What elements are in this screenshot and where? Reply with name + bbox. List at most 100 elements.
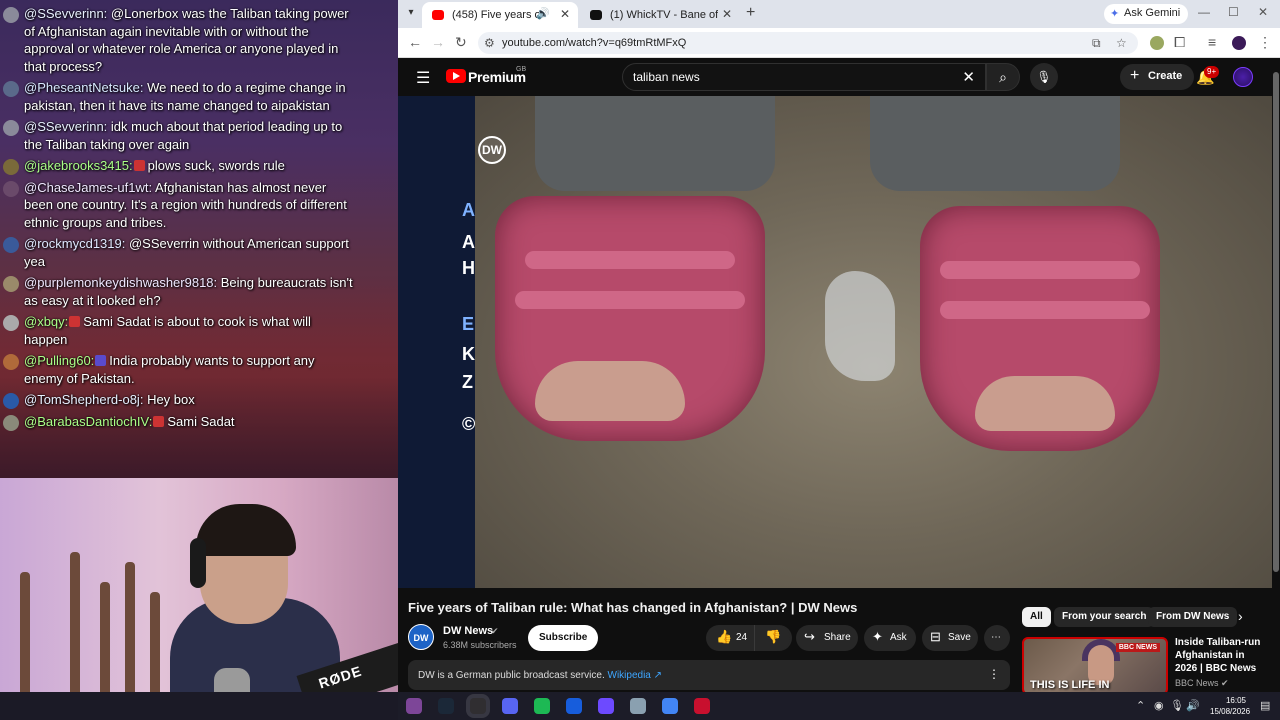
channel-name[interactable]: DW News xyxy=(443,625,493,637)
search-icon: ⌕ xyxy=(999,69,1007,85)
scrollbar-thumb[interactable] xyxy=(1273,72,1279,572)
webcam-feed: RØDE xyxy=(0,478,398,692)
account-avatar[interactable] xyxy=(1233,67,1253,87)
volume-icon[interactable]: 🔊 xyxy=(1186,699,1200,712)
microphone xyxy=(214,668,250,692)
ask-gemini-button[interactable]: ✦ Ask Gemini xyxy=(1104,4,1189,24)
notifications-icon[interactable]: ▤ xyxy=(1260,699,1270,712)
chat-message: @SSevverinn: @Lonerbox was the Taliban t… xyxy=(0,4,398,78)
close-window-icon[interactable]: ✕ xyxy=(1258,5,1268,19)
browser-menu-icon[interactable]: ⋮ xyxy=(1258,34,1272,51)
maximize-icon[interactable]: ☐ xyxy=(1228,5,1239,19)
pant-leg xyxy=(535,96,775,191)
extension-icon[interactable] xyxy=(1150,36,1164,50)
info-menu-icon[interactable]: ⋮ xyxy=(988,667,1000,681)
new-tab-icon[interactable]: + xyxy=(746,4,755,22)
plus-icon: + xyxy=(1130,67,1140,84)
tray-app-icon[interactable]: ◉ xyxy=(1154,699,1164,712)
ask-button[interactable]: ✦ Ask xyxy=(864,625,916,651)
chat-avatar xyxy=(3,354,19,370)
chat-username: @xbqy: xyxy=(24,314,69,329)
tab-search-list-icon[interactable]: ≡ xyxy=(1208,34,1216,50)
spotify-icon[interactable] xyxy=(534,698,550,714)
speaker-icon[interactable]: 🔊 xyxy=(536,7,550,20)
chat-avatar xyxy=(3,276,19,292)
close-tab-icon[interactable]: ✕ xyxy=(560,7,570,21)
chat-avatar xyxy=(3,7,19,23)
search-input[interactable]: taliban news ✕ xyxy=(622,63,986,91)
profile-avatar[interactable] xyxy=(1232,36,1246,50)
tab-whicktv[interactable]: (1) WhickTV - Bane of Christian ✕ xyxy=(580,2,740,28)
more-actions-button[interactable]: ⋯ xyxy=(984,625,1010,651)
video-title: Five years of Taliban rule: What has cha… xyxy=(408,600,858,615)
chip-from-dw-news[interactable]: From DW News xyxy=(1148,607,1238,627)
bookmark-star-icon[interactable]: ☆ xyxy=(1116,36,1127,50)
create-button[interactable]: + Create xyxy=(1120,64,1195,90)
info-text: DW is a German public broadcast service.… xyxy=(418,670,662,681)
video-overlay-letter: Z xyxy=(462,372,473,392)
chat-username: @BarabasDantiochIV: xyxy=(24,413,153,429)
ice-chunk xyxy=(825,271,895,381)
clock-date[interactable]: 15/08/2026 xyxy=(1210,707,1250,716)
app-icon[interactable] xyxy=(694,698,710,714)
reload-icon[interactable]: ↻ xyxy=(455,34,467,51)
video-player[interactable]: A A H E K Z © DW xyxy=(398,96,1272,588)
chat-username: @ChaseJames-uf1wt: xyxy=(24,179,153,195)
chat-avatar xyxy=(3,414,19,431)
save-button[interactable]: ⊟ Save xyxy=(922,625,978,651)
chip-from-your-search[interactable]: From your search xyxy=(1054,607,1155,627)
voice-search-button[interactable]: 🎙 xyxy=(1030,63,1058,91)
related-video-thumbnail[interactable]: BBC NEWS THIS IS LIFE IN xyxy=(1022,637,1168,695)
proton-icon[interactable] xyxy=(598,698,614,714)
site-info-icon[interactable]: ⚙ xyxy=(484,36,495,50)
microphone-icon: 🎙 xyxy=(1036,70,1052,84)
steam-icon[interactable] xyxy=(438,698,454,714)
forward-icon[interactable]: → xyxy=(431,34,445,50)
guitar xyxy=(70,552,80,692)
obs-icon[interactable] xyxy=(470,698,486,714)
tab-search-icon[interactable]: ▾ xyxy=(404,7,418,21)
video-frame xyxy=(475,96,1272,588)
close-tab-icon[interactable]: ✕ xyxy=(722,7,732,21)
sandal-strap xyxy=(940,261,1140,279)
url-text: youtube.com/watch?v=q69tmRtMFxQ xyxy=(502,37,687,49)
share-label: Share xyxy=(824,632,851,643)
wikipedia-link[interactable]: Wikipedia ↗ xyxy=(608,670,663,681)
tab-youtube[interactable]: (458) Five years of Taliban r 🔊 ✕ xyxy=(422,2,578,28)
thumbs-down-icon: 👎 xyxy=(765,629,782,644)
share-button[interactable]: ↪ Share xyxy=(796,625,858,651)
minimize-icon[interactable]: — xyxy=(1198,5,1210,19)
related-video-title[interactable]: Inside Taliban-run Afghanistan in 2026 |… xyxy=(1175,636,1267,675)
chip-all[interactable]: All xyxy=(1022,607,1051,627)
subscribe-button[interactable]: Subscribe xyxy=(528,625,599,651)
hamburger-menu-icon[interactable]: ☰ xyxy=(416,68,430,88)
chevron-right-icon[interactable]: › xyxy=(1238,608,1243,624)
bitwarden-icon[interactable] xyxy=(566,698,582,714)
chat-message: @ChaseJames-uf1wt: Afghanistan has almos… xyxy=(0,178,398,235)
url-field[interactable]: ⚙ youtube.com/watch?v=q69tmRtMFxQ ⧉ ☆ xyxy=(478,32,1138,54)
discord-icon[interactable] xyxy=(502,698,518,714)
page-scrollbar[interactable] xyxy=(1272,58,1280,692)
tab-bar: ▾ (458) Five years of Taliban r 🔊 ✕ (1) … xyxy=(398,0,1280,28)
tor-icon[interactable] xyxy=(406,698,422,714)
chat-text: Hey box xyxy=(147,392,195,407)
clock-time[interactable]: 16:05 xyxy=(1216,696,1256,705)
tray-chevron-icon[interactable]: ⌃ xyxy=(1136,699,1145,712)
back-icon[interactable]: ← xyxy=(408,34,422,50)
bot-icon[interactable] xyxy=(630,698,646,714)
youtube-logo-icon[interactable] xyxy=(446,69,466,83)
install-app-icon[interactable]: ⧉ xyxy=(1092,36,1101,51)
member-badge-icon xyxy=(95,355,107,366)
chrome-icon[interactable] xyxy=(662,698,678,714)
search-button[interactable]: ⌕ xyxy=(986,63,1020,91)
chat-username: @PheseantNetsuke: xyxy=(24,80,144,95)
clear-search-icon[interactable]: ✕ xyxy=(962,68,975,86)
channel-avatar[interactable]: DW xyxy=(408,624,434,650)
toes xyxy=(535,361,685,421)
related-video-channel[interactable]: BBC News ✔ xyxy=(1175,678,1229,689)
dislike-button[interactable]: 👎 xyxy=(754,625,790,651)
extensions-puzzle-icon[interactable]: ⧠ xyxy=(1174,34,1185,51)
sandal-strap xyxy=(515,291,745,309)
microphone-tray-icon[interactable]: 🎙 xyxy=(1170,699,1184,712)
dw-watermark: DW xyxy=(478,136,506,164)
